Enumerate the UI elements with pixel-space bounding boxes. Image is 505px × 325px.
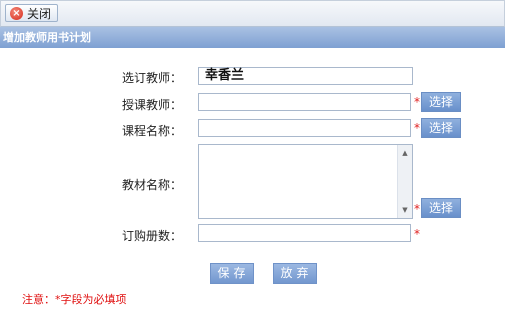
lecturer-input[interactable] bbox=[198, 93, 411, 111]
lecturer-select-button[interactable]: 选择 bbox=[421, 92, 461, 112]
close-button[interactable]: × 关闭 bbox=[5, 4, 59, 22]
save-button[interactable]: 保存 bbox=[210, 263, 254, 284]
textbook-scrollbar[interactable]: ▲ ▼ bbox=[397, 145, 412, 218]
lecturer-label: 授课教师： bbox=[121, 98, 182, 112]
course-select-button[interactable]: 选择 bbox=[421, 118, 461, 138]
required-note: 注意：*字段为必填项 bbox=[22, 293, 127, 306]
close-button-label: 关闭 bbox=[27, 6, 52, 21]
course-input[interactable] bbox=[198, 119, 411, 137]
teacher-field[interactable]: 幸香兰 bbox=[198, 67, 413, 85]
toolbar: × 关闭 bbox=[0, 0, 505, 27]
scroll-up-icon[interactable]: ▲ bbox=[398, 147, 412, 159]
textbook-required-mark: * bbox=[414, 202, 420, 216]
textbook-select-button[interactable]: 选择 bbox=[421, 198, 461, 218]
quantity-input[interactable] bbox=[198, 224, 411, 242]
panel-title: 增加教师用书计划 bbox=[0, 27, 505, 48]
scroll-down-icon[interactable]: ▼ bbox=[398, 204, 412, 216]
course-required-mark: * bbox=[414, 121, 420, 135]
teacher-label: 选订教师： bbox=[121, 71, 182, 85]
discard-button[interactable]: 放弃 bbox=[273, 263, 317, 284]
textbook-textarea[interactable]: ▲ ▼ bbox=[198, 144, 413, 219]
course-label: 课程名称： bbox=[121, 124, 182, 138]
lecturer-required-mark: * bbox=[414, 95, 420, 109]
textbook-label: 教材名称： bbox=[121, 178, 182, 192]
close-icon: × bbox=[10, 6, 23, 20]
quantity-label: 订购册数： bbox=[121, 229, 182, 243]
quantity-required-mark: * bbox=[414, 227, 420, 241]
